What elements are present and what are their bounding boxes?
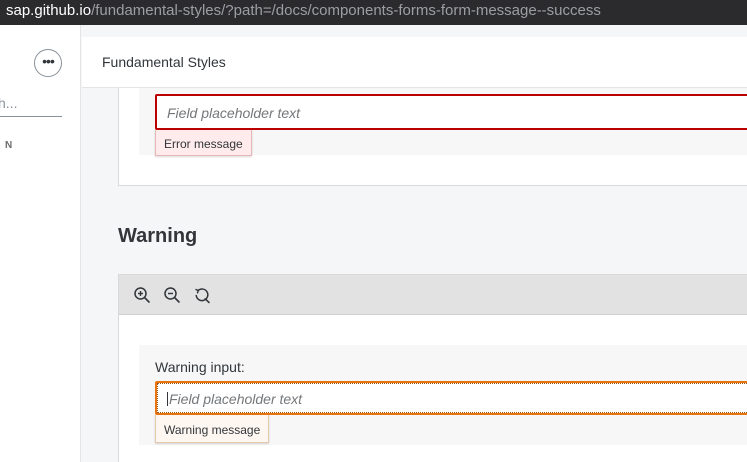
more-options-button[interactable]: ••• <box>34 49 62 77</box>
page-title: Fundamental Styles <box>102 54 226 70</box>
error-input-placeholder: Field placeholder text <box>167 105 301 121</box>
warning-story-preview: Warning input: Field placeholder text Wa… <box>139 345 747 445</box>
url-text[interactable]: sap.github.io/fundamental-styles/?path=/… <box>6 2 601 19</box>
story-toolbar <box>119 275 747 315</box>
url-host: sap.github.io <box>6 2 92 19</box>
warning-input-field[interactable]: Field placeholder text <box>155 381 747 415</box>
search-input[interactable]: h... <box>0 91 62 117</box>
warning-story-card: Warning input: Field placeholder text Wa… <box>118 274 747 462</box>
zoom-in-icon[interactable] <box>133 286 151 304</box>
warning-message-popover: Warning message <box>155 415 270 443</box>
error-input-field[interactable]: Field placeholder text <box>155 94 747 130</box>
main-content: Fundamental Styles Field placeholder tex… <box>82 25 747 462</box>
search-placeholder: h... <box>0 95 18 111</box>
error-message-popover: Error message <box>155 130 252 156</box>
text-caret <box>167 392 168 406</box>
zoom-out-icon[interactable] <box>163 286 181 304</box>
sidebar-section-label: N <box>5 140 14 151</box>
reset-zoom-icon[interactable] <box>193 286 211 304</box>
sidebar: ••• h... N <box>0 25 81 462</box>
warning-heading: Warning <box>118 225 198 247</box>
browser-address-bar[interactable]: sap.github.io/fundamental-styles/?path=/… <box>0 0 747 25</box>
more-icon: ••• <box>42 52 55 69</box>
error-story-card: Field placeholder text Error message <box>118 88 747 186</box>
top-header: Fundamental Styles <box>82 37 747 88</box>
url-path: /fundamental-styles/?path=/docs/componen… <box>91 2 601 19</box>
warning-input-placeholder: Field placeholder text <box>169 391 303 407</box>
warning-input-label: Warning input: <box>155 359 245 375</box>
error-story-preview: Field placeholder text Error message <box>139 88 747 156</box>
